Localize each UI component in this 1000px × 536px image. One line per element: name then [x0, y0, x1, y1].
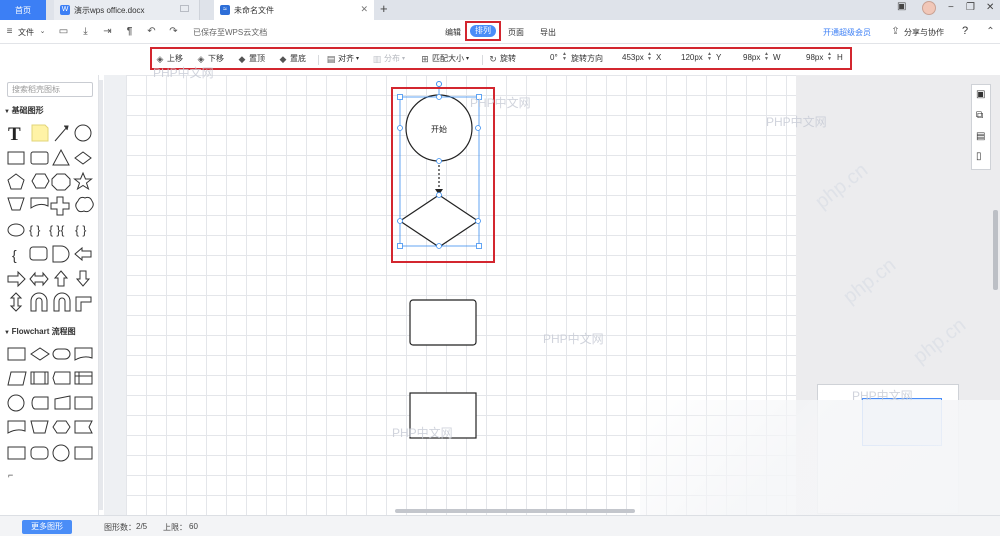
rotate-handle[interactable] — [436, 81, 442, 87]
format-panel-icon[interactable]: ▣ — [976, 89, 985, 100]
horizontal-scrollbar[interactable] — [395, 509, 635, 513]
watermark: PHP中文网 — [766, 115, 827, 129]
more-shapes-button[interactable]: 更多图形 — [22, 520, 72, 534]
right-tool-strip: ▣ ⧉ ▤ ▯ — [971, 84, 991, 170]
watermark: PHP中文网 — [153, 66, 214, 80]
selection-highlight-frame — [391, 87, 495, 263]
limit-value: 60 — [189, 522, 198, 531]
vertical-scrollbar[interactable] — [993, 210, 998, 290]
outline-icon[interactable]: ▤ — [976, 131, 985, 142]
document-icon[interactable]: ▯ — [976, 151, 982, 162]
status-bar: 更多图形 图形数： 2/5 上限： 60 — [0, 515, 1000, 536]
limit-label: 上限： — [163, 523, 187, 532]
pages-icon[interactable]: ⧉ — [976, 110, 983, 121]
shape-count-label: 图形数： — [104, 523, 136, 532]
process-box-node[interactable] — [409, 299, 477, 346]
watermark: PHP中文网 — [470, 96, 531, 110]
watermark: PHP中文网 — [543, 332, 604, 346]
watermark: PHP中文网 — [392, 426, 453, 440]
shape-count-value: 2/5 — [136, 522, 148, 531]
